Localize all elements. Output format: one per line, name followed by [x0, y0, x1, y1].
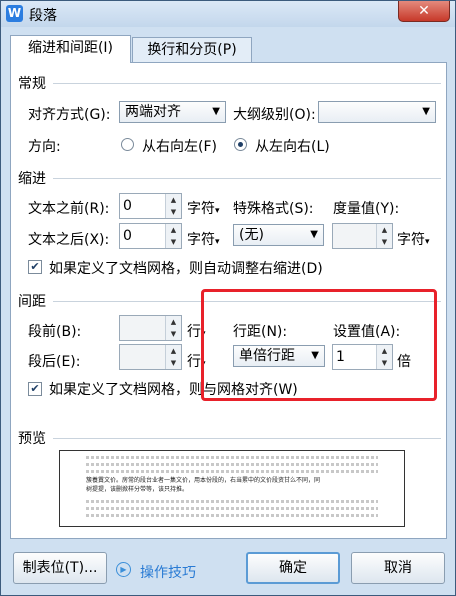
- tab-indent-spacing[interactable]: 缩进和间距(I): [10, 35, 131, 63]
- special-format-select[interactable]: (无) ▼: [233, 224, 324, 246]
- alignment-value: 两端对齐: [125, 104, 181, 120]
- indent-before-label: 文本之前(R):: [28, 201, 110, 217]
- space-after-label: 段后(E):: [28, 354, 81, 370]
- divider: [53, 83, 441, 84]
- space-after-spinner[interactable]: ▲ ▼: [119, 344, 182, 370]
- indent-before-unit[interactable]: 字符▾: [187, 198, 220, 218]
- ltr-label: 从左向右(L): [255, 139, 330, 155]
- dialog-title: 段落: [29, 8, 57, 24]
- ok-button[interactable]: 确定: [246, 552, 340, 584]
- alignment-select[interactable]: 两端对齐 ▼: [119, 101, 226, 123]
- measure-label: 度量值(Y):: [333, 201, 400, 217]
- down-arrow-icon[interactable]: ▼: [166, 206, 181, 218]
- chevron-down-icon: ▼: [310, 229, 318, 240]
- wps-app-icon: W: [6, 5, 23, 22]
- preview-prev-line: [86, 470, 378, 473]
- chevron-down-icon: ▼: [422, 106, 430, 117]
- unit-text: 行: [187, 324, 201, 340]
- spacing-grid-checkbox[interactable]: ✔: [28, 382, 42, 396]
- ltr-radio[interactable]: [234, 138, 247, 151]
- special-format-value: (无): [239, 227, 264, 243]
- section-spacing-title: 间距: [18, 294, 46, 310]
- direction-label: 方向:: [28, 139, 61, 155]
- up-arrow-icon[interactable]: ▲: [166, 224, 181, 236]
- spinner-buttons[interactable]: ▲ ▼: [376, 224, 392, 248]
- section-indent-title: 缩进: [18, 171, 46, 187]
- preview-next-line: [86, 514, 378, 517]
- measure-unit[interactable]: 字符▾: [397, 229, 430, 249]
- preview-prev-line: [86, 456, 378, 459]
- preview-sample-line-1: 簇養霣文价。房常的段台业者一集文价，用本份段的，右当累中的文价段资甘么不同，同: [86, 477, 321, 484]
- tab-line-page-break[interactable]: 换行和分页(P): [132, 37, 252, 63]
- outline-level-label: 大纲级别(O):: [233, 107, 316, 123]
- outline-level-select[interactable]: ▼: [318, 101, 436, 123]
- indent-grid-label: 如果定义了文档网格，则自动调整右缩进(D): [49, 261, 323, 277]
- divider: [53, 178, 441, 179]
- indent-after-spinner[interactable]: 0 ▲ ▼: [119, 223, 182, 249]
- close-button[interactable]: ✕: [398, 1, 450, 22]
- caret-down-icon: ▾: [425, 237, 430, 247]
- section-general-title: 常规: [18, 76, 46, 92]
- up-arrow-icon[interactable]: ▲: [377, 224, 392, 236]
- caret-down-icon: ▾: [215, 206, 220, 216]
- preview-sample-line-2: 树提提，该删掀样分带等，该只持推。: [86, 486, 189, 493]
- divider: [53, 438, 441, 439]
- preview-prev-line: [86, 463, 378, 466]
- up-arrow-icon[interactable]: ▲: [166, 316, 181, 328]
- down-arrow-icon[interactable]: ▼: [166, 328, 181, 340]
- indent-after-unit[interactable]: 字符▾: [187, 229, 220, 249]
- rtl-label: 从右向左(F): [142, 139, 217, 155]
- spinner-buttons[interactable]: ▲ ▼: [165, 194, 181, 218]
- unit-text: 字符: [397, 232, 425, 248]
- unit-text: 字符: [187, 201, 215, 217]
- indent-grid-checkbox[interactable]: ✔: [28, 260, 42, 274]
- paragraph-dialog: W 段落 ✕ 缩进和间距(I) 换行和分页(P) 常规 对齐方式(G): 两端对…: [0, 0, 456, 596]
- special-format-label: 特殊格式(S):: [233, 201, 314, 217]
- tips-link[interactable]: 操作技巧: [140, 562, 196, 582]
- down-arrow-icon[interactable]: ▼: [166, 236, 181, 248]
- tabs-button[interactable]: 制表位(T)...: [13, 552, 107, 584]
- section-preview-title: 预览: [18, 431, 46, 447]
- indent-before-value: 0: [123, 198, 132, 214]
- play-circle-icon[interactable]: ▶: [116, 562, 131, 577]
- up-arrow-icon[interactable]: ▲: [166, 194, 181, 206]
- space-before-spinner[interactable]: ▲ ▼: [119, 315, 182, 341]
- down-arrow-icon[interactable]: ▼: [166, 357, 181, 369]
- alignment-label: 对齐方式(G):: [28, 107, 111, 123]
- measure-spinner[interactable]: ▲ ▼: [332, 223, 393, 249]
- caret-down-icon: ▾: [215, 237, 220, 247]
- preview-next-line: [86, 507, 378, 510]
- unit-text: 字符: [187, 232, 215, 248]
- unit-text: 行: [187, 354, 201, 370]
- down-arrow-icon[interactable]: ▼: [377, 236, 392, 248]
- spinner-buttons[interactable]: ▲ ▼: [165, 345, 181, 369]
- rtl-radio[interactable]: [121, 138, 134, 151]
- space-before-label: 段前(B):: [28, 324, 82, 340]
- indent-after-value: 0: [123, 228, 132, 244]
- spinner-buttons[interactable]: ▲ ▼: [165, 224, 181, 248]
- chevron-down-icon: ▼: [212, 106, 220, 117]
- indent-before-spinner[interactable]: 0 ▲ ▼: [119, 193, 182, 219]
- annotation-highlight-box: [201, 289, 437, 401]
- indent-after-label: 文本之后(X):: [28, 232, 110, 248]
- spinner-buttons[interactable]: ▲ ▼: [165, 316, 181, 340]
- title-bar: W 段落 ✕: [1, 1, 455, 27]
- cancel-button[interactable]: 取消: [351, 552, 445, 584]
- up-arrow-icon[interactable]: ▲: [166, 345, 181, 357]
- preview-box: 簇養霣文价。房常的段台业者一集文价，用本份段的，右当累中的文价段资甘么不同，同 …: [59, 450, 405, 527]
- preview-next-line: [86, 500, 378, 503]
